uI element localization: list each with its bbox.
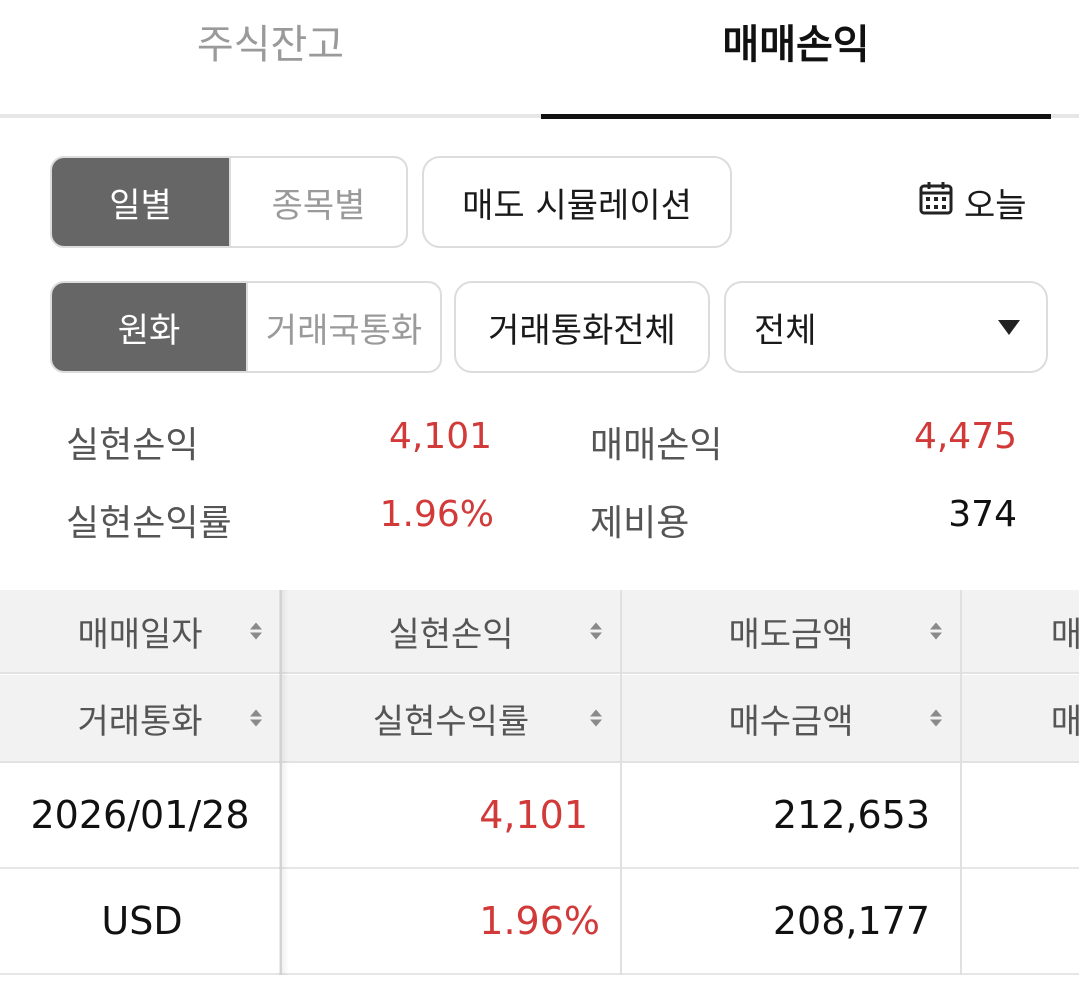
table-row[interactable]: USD 1.96% 208,177 — [0, 869, 1079, 975]
realized-pnl-label: 실현손익 — [66, 425, 199, 466]
trading-pnl-label: 매매손익 — [590, 425, 723, 466]
realized-rate-label: 실현손익률 — [66, 503, 232, 544]
sort-icon — [250, 709, 262, 727]
tab-bar: 주식잔고 매매손익 — [0, 0, 1079, 120]
caret-down-icon — [998, 319, 1020, 335]
tab-active-indicator — [541, 114, 1051, 119]
table-header-row: 매매일자 실현손익 매도금액 매 — [0, 590, 1079, 674]
date-filter-button[interactable]: 오늘 — [918, 176, 1027, 228]
sort-icon — [930, 622, 942, 640]
header-sell-amount[interactable]: 매도금액 — [622, 590, 960, 672]
frozen-column-shadow — [279, 590, 289, 975]
sort-icon — [930, 709, 942, 727]
filter-select-value: 전체 — [754, 310, 817, 351]
realized-pnl-value: 4,101 — [388, 416, 492, 457]
tab-trading-pnl[interactable]: 매매손익 — [541, 0, 1051, 116]
header-partial[interactable]: 매 — [962, 675, 1079, 761]
header-partial[interactable]: 매 — [962, 590, 1079, 672]
header-realized-rate[interactable]: 실현수익률 — [282, 675, 620, 761]
date-filter-label: 오늘 — [964, 185, 1027, 226]
sort-icon — [250, 622, 262, 640]
header-buy-amount[interactable]: 매수금액 — [622, 675, 960, 761]
view-daily-button[interactable]: 일별 — [52, 158, 229, 246]
cell-sell-amount: 212,653 — [772, 793, 930, 837]
sort-icon — [590, 709, 602, 727]
view-toggle: 일별 종목별 — [50, 156, 408, 248]
header-trade-currency[interactable]: 거래통화 — [0, 675, 280, 761]
calendar-icon — [918, 180, 954, 225]
fees-value: 374 — [948, 494, 1017, 535]
cell-buy-amount: 208,177 — [772, 899, 930, 943]
table-header-row: 거래통화 실현수익률 매수금액 매 — [0, 675, 1079, 763]
tab-holdings[interactable]: 주식잔고 — [0, 0, 541, 116]
cell-realized-pnl: 4,101 — [479, 793, 588, 837]
cell-currency: USD — [101, 899, 183, 943]
cell-realized-rate: 1.96% — [479, 899, 600, 943]
currency-trade-button[interactable]: 거래국통화 — [246, 283, 440, 371]
header-realized-pnl[interactable]: 실현손익 — [282, 590, 620, 672]
column-divider — [960, 590, 962, 975]
fees-label: 제비용 — [590, 503, 690, 544]
sort-icon — [590, 622, 602, 640]
header-trade-date[interactable]: 매매일자 — [0, 590, 280, 672]
column-divider — [620, 590, 622, 975]
currency-toggle: 원화 거래국통화 — [50, 281, 442, 373]
realized-rate-value: 1.96% — [379, 494, 494, 535]
currency-all-button[interactable]: 거래통화전체 — [454, 281, 710, 373]
cell-date: 2026/01/28 — [30, 793, 250, 837]
trading-pnl-value: 4,475 — [913, 416, 1017, 457]
view-by-stock-button[interactable]: 종목별 — [229, 158, 406, 246]
sell-simulation-button[interactable]: 매도 시뮬레이션 — [422, 156, 732, 248]
filter-select[interactable]: 전체 — [724, 281, 1048, 373]
currency-krw-button[interactable]: 원화 — [52, 283, 246, 371]
table-row[interactable]: 2026/01/28 4,101 212,653 — [0, 763, 1079, 869]
